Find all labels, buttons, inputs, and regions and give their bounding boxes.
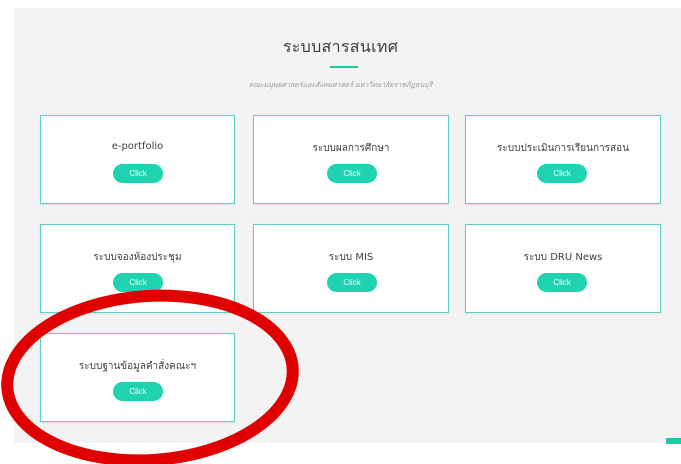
card-room-booking: ระบบจองห้องประชุม Click: [40, 224, 235, 313]
card-title: ระบบ DRU News: [523, 252, 603, 263]
card-dru-news: ระบบ DRU News Click: [465, 224, 661, 313]
card-title: ระบบจองห้องประชุม: [93, 252, 182, 263]
click-button-dru-news[interactable]: Click: [537, 273, 587, 292]
card-teaching-evaluation: ระบบประเมินการเรียนการสอน Click: [465, 115, 661, 204]
scroll-top-tab[interactable]: [666, 438, 681, 444]
click-button-e-portfolio[interactable]: Click: [113, 164, 163, 183]
click-button-room-booking[interactable]: Click: [113, 273, 163, 292]
click-button-mis[interactable]: Click: [327, 273, 377, 292]
card-grades-system: ระบบผลการศึกษา Click: [253, 115, 449, 204]
card-e-portfolio: e-portfolio Click: [40, 115, 235, 204]
card-title: ระบบฐานข้อมูลคำสั่งคณะฯ: [78, 361, 197, 372]
card-title: ระบบ MIS: [328, 252, 374, 263]
card-mis: ระบบ MIS Click: [253, 224, 449, 313]
click-button-teaching-evaluation[interactable]: Click: [537, 164, 587, 183]
card-title: ระบบผลการศึกษา: [312, 143, 390, 154]
title-underline: [330, 66, 358, 68]
section-subtitle: คณะมนุษยศาสตร์และสังคมศาสตร์ มหาวิทยาลัย…: [248, 81, 433, 89]
click-button-faculty-orders-database[interactable]: Click: [113, 382, 163, 401]
card-title: ระบบประเมินการเรียนการสอน: [497, 143, 629, 154]
click-button-grades-system[interactable]: Click: [327, 164, 377, 183]
section-title: ระบบสารสนเทศ: [282, 37, 399, 56]
card-title: e-portfolio: [111, 141, 164, 152]
card-faculty-orders-database: ระบบฐานข้อมูลคำสั่งคณะฯ Click: [40, 333, 235, 422]
